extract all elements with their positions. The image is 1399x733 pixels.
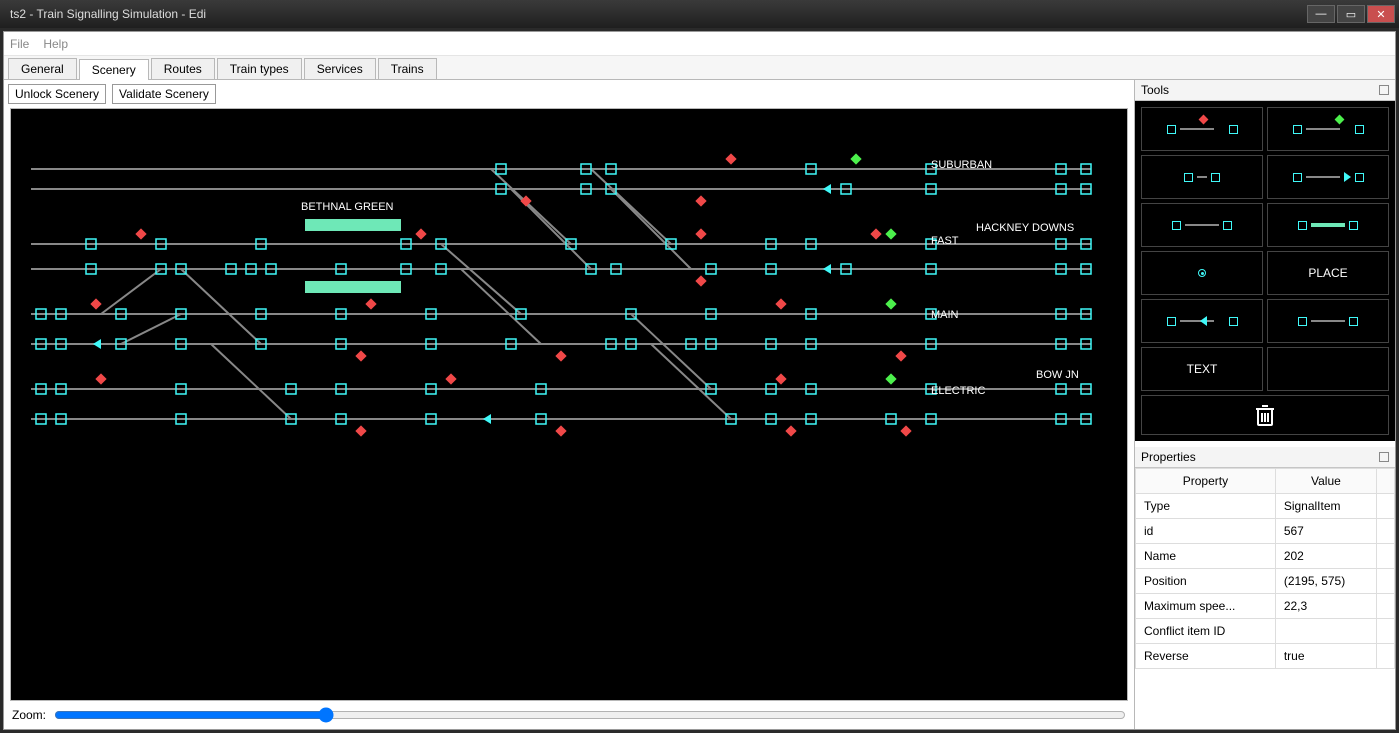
properties-panel-title: Properties bbox=[1141, 450, 1196, 464]
scenery-canvas[interactable]: BETHNAL GREEN SUBURBAN HACKNEY DOWNS FAS… bbox=[10, 108, 1128, 701]
tools-palette: PLACE TEXT bbox=[1141, 107, 1389, 435]
menu-help[interactable]: Help bbox=[43, 37, 68, 51]
track-svg bbox=[11, 109, 1111, 629]
unlock-scenery-button[interactable]: Unlock Scenery bbox=[8, 84, 106, 104]
property-value[interactable]: 202 bbox=[1275, 544, 1376, 569]
tool-dir-arrow[interactable] bbox=[1267, 155, 1389, 199]
property-value[interactable]: true bbox=[1275, 644, 1376, 669]
property-value[interactable]: 567 bbox=[1275, 519, 1376, 544]
maximize-button[interactable]: ▭ bbox=[1337, 5, 1365, 23]
label-electric: ELECTRIC bbox=[931, 385, 985, 397]
property-row[interactable]: id567 bbox=[1136, 519, 1395, 544]
tool-link[interactable] bbox=[1141, 203, 1263, 247]
tools-panel-title: Tools bbox=[1141, 83, 1169, 97]
close-button[interactable]: ✕ bbox=[1367, 5, 1395, 23]
platform-2 bbox=[305, 281, 401, 293]
property-value[interactable] bbox=[1275, 619, 1376, 644]
tab-train-types[interactable]: Train types bbox=[217, 58, 302, 79]
zoom-slider[interactable] bbox=[54, 707, 1126, 723]
tab-bar: General Scenery Routes Train types Servi… bbox=[4, 56, 1395, 80]
property-name: Reverse bbox=[1136, 644, 1276, 669]
label-main: MAIN bbox=[931, 309, 959, 321]
zoom-label: Zoom: bbox=[12, 708, 46, 722]
label-fast: FAST bbox=[931, 235, 959, 247]
property-name: Name bbox=[1136, 544, 1276, 569]
label-bow-jn: BOW JN bbox=[1036, 369, 1079, 381]
minimize-button[interactable]: — bbox=[1307, 5, 1335, 23]
tool-empty[interactable] bbox=[1267, 347, 1389, 391]
titlebar: ts2 - Train Signalling Simulation - Edi … bbox=[0, 0, 1399, 28]
property-row[interactable]: Position(2195, 575) bbox=[1136, 569, 1395, 594]
undock-properties-icon[interactable] bbox=[1379, 452, 1389, 462]
tool-platform[interactable] bbox=[1267, 203, 1389, 247]
properties-table: Property Value TypeSignalItemid567Name20… bbox=[1135, 468, 1395, 669]
label-hackney-downs: HACKNEY DOWNS bbox=[976, 222, 1074, 234]
validate-scenery-button[interactable]: Validate Scenery bbox=[112, 84, 216, 104]
property-row[interactable]: Maximum spee...22,3 bbox=[1136, 594, 1395, 619]
tab-trains[interactable]: Trains bbox=[378, 58, 437, 79]
tab-routes[interactable]: Routes bbox=[151, 58, 215, 79]
menubar: File Help bbox=[4, 32, 1395, 56]
property-name: Position bbox=[1136, 569, 1276, 594]
label-suburban: SUBURBAN bbox=[931, 159, 992, 171]
property-row[interactable]: Reversetrue bbox=[1136, 644, 1395, 669]
trash-icon bbox=[1253, 402, 1277, 428]
menu-file[interactable]: File bbox=[10, 37, 29, 51]
window-title: ts2 - Train Signalling Simulation - Edi bbox=[4, 7, 1307, 21]
tool-signal-red[interactable] bbox=[1141, 107, 1263, 151]
tool-text[interactable]: TEXT bbox=[1141, 347, 1263, 391]
property-value[interactable]: (2195, 575) bbox=[1275, 569, 1376, 594]
tab-services[interactable]: Services bbox=[304, 58, 376, 79]
property-row[interactable]: Conflict item ID bbox=[1136, 619, 1395, 644]
tool-delete[interactable] bbox=[1141, 395, 1389, 435]
properties-col-value: Value bbox=[1275, 469, 1376, 494]
tab-scenery[interactable]: Scenery bbox=[79, 59, 149, 80]
property-value[interactable]: 22,3 bbox=[1275, 594, 1376, 619]
properties-col-property: Property bbox=[1136, 469, 1276, 494]
tool-point-detector[interactable] bbox=[1141, 251, 1263, 295]
property-value[interactable]: SignalItem bbox=[1275, 494, 1376, 519]
tool-short-link[interactable] bbox=[1141, 155, 1263, 199]
property-row[interactable]: TypeSignalItem bbox=[1136, 494, 1395, 519]
property-name: Conflict item ID bbox=[1136, 619, 1276, 644]
property-name: id bbox=[1136, 519, 1276, 544]
platform-1 bbox=[305, 219, 401, 231]
tool-signal-green[interactable] bbox=[1267, 107, 1389, 151]
tool-place[interactable]: PLACE bbox=[1267, 251, 1389, 295]
tab-general[interactable]: General bbox=[8, 58, 77, 79]
label-bethnal-green: BETHNAL GREEN bbox=[301, 201, 394, 213]
undock-tools-icon[interactable] bbox=[1379, 85, 1389, 95]
tool-rev-arrow[interactable] bbox=[1141, 299, 1263, 343]
property-row[interactable]: Name202 bbox=[1136, 544, 1395, 569]
property-name: Type bbox=[1136, 494, 1276, 519]
property-name: Maximum spee... bbox=[1136, 594, 1276, 619]
tool-plain-link[interactable] bbox=[1267, 299, 1389, 343]
